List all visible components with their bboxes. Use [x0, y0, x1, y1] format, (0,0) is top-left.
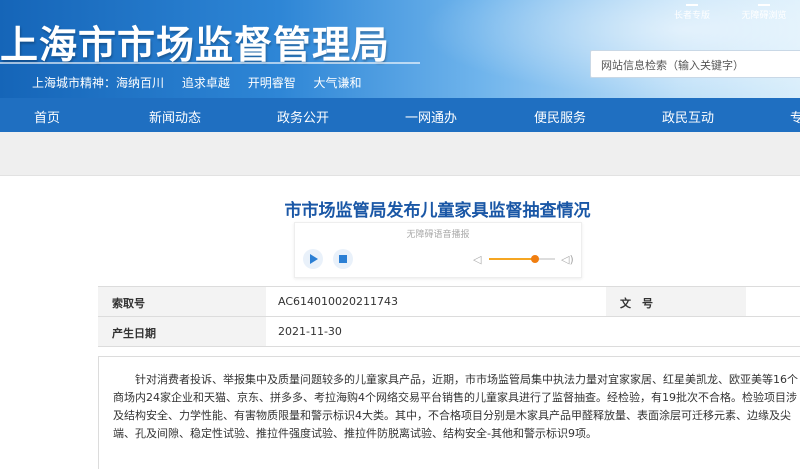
- article-title-text: 市市场监管局发布儿童家具监督抽查情况: [284, 201, 591, 221]
- info-table: 索取号 AC614010020211743 文 号 产生日期 2021-11-3…: [98, 286, 800, 347]
- volume-handle[interactable]: [531, 255, 540, 263]
- nav-item-interaction[interactable]: 政民互动: [662, 107, 714, 126]
- motto-part: 追求卓越: [181, 76, 230, 90]
- article-title: 市市场监管局发布儿童家具监督抽查情况: [0, 196, 800, 221]
- index-label: 索取号: [98, 287, 266, 316]
- audio-label: 无障碍语音播报: [406, 230, 470, 240]
- article-body: 针对消费者投诉、举报集中及质量问题较多的儿童家具产品，近期，市市场监管局集中执法…: [98, 356, 800, 469]
- search-input[interactable]: 网站信息检索（输入关键字）: [590, 50, 800, 78]
- volume-low-icon: ◁: [473, 253, 482, 266]
- nav-item-gov-affairs[interactable]: 政务公开: [277, 107, 329, 126]
- volume-fill: [489, 258, 536, 260]
- accessibility-icon: [758, 0, 770, 6]
- elder-icon: [686, 0, 698, 6]
- date-value: 2021-11-30: [266, 317, 800, 346]
- info-row: 索取号 AC614010020211743 文 号: [98, 287, 800, 317]
- motto-part: 上海城市精神：海纳百川: [32, 76, 165, 90]
- title-underline: [0, 62, 420, 64]
- city-motto: 上海城市精神：海纳百川 追求卓越 开明睿智 大气谦和: [32, 74, 376, 91]
- index-value: AC614010020211743: [266, 287, 606, 316]
- site-title[interactable]: 上海市市场监督管理局: [0, 14, 390, 69]
- nav-item-home[interactable]: 首页: [34, 107, 60, 126]
- nav-item-services[interactable]: 便民服务: [534, 107, 586, 126]
- volume-high-icon: ◁): [561, 253, 574, 266]
- audio-player: 无障碍语音播报 ◁ ◁): [294, 222, 582, 278]
- play-button[interactable]: [303, 249, 323, 269]
- doc-no-label: 文 号: [606, 287, 746, 316]
- accessibility-button[interactable]: 无障碍浏览: [728, 0, 800, 21]
- stop-button[interactable]: [333, 249, 353, 269]
- doc-no-value: [746, 287, 800, 316]
- stop-icon: [339, 255, 347, 263]
- article-paragraph: 针对消费者投诉、举报集中及质量问题较多的儿童家具产品，近期，市市场监管局集中执法…: [113, 373, 798, 440]
- volume-slider[interactable]: [489, 255, 555, 263]
- motto-part: 大气谦和: [313, 76, 362, 90]
- elder-mode-label: 长者专版: [673, 11, 710, 21]
- play-icon: [310, 254, 318, 264]
- top-tools: 长者专版 无障碍浏览: [656, 0, 800, 21]
- motto-part: 开明睿智: [247, 76, 296, 90]
- nav-item-one-stop[interactable]: 一网通办: [405, 107, 457, 126]
- nav-item-news[interactable]: 新闻动态: [149, 107, 201, 126]
- nav-item-special[interactable]: 专: [790, 107, 800, 126]
- accessibility-label: 无障碍浏览: [741, 11, 787, 21]
- main-nav: 首页 新闻动态 政务公开 一网通办 便民服务 政民互动 专: [0, 98, 800, 132]
- info-row: 产生日期 2021-11-30: [98, 317, 800, 347]
- elder-mode-button[interactable]: 长者专版: [656, 0, 728, 21]
- breadcrumb-band: [0, 132, 800, 176]
- date-label: 产生日期: [98, 317, 266, 346]
